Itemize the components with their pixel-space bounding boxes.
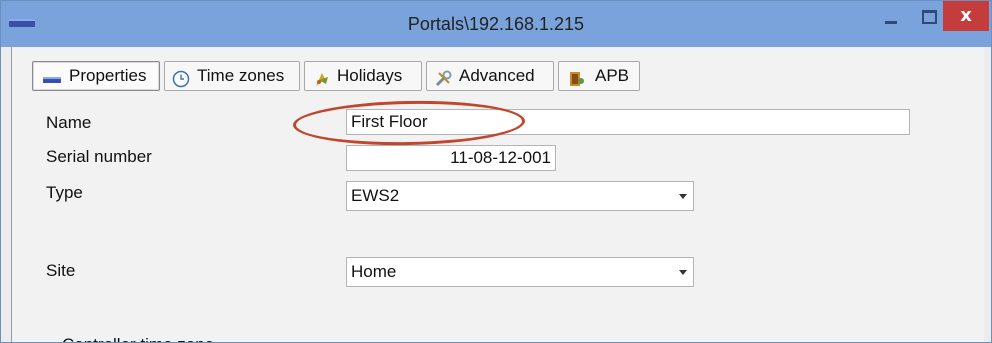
type-label: Type — [46, 183, 83, 202]
title-bar[interactable]: Portals\192.168.1.215 x — [1, 1, 991, 47]
controller-time-zone-label: Controller time zone — [62, 335, 214, 342]
serial-number-field[interactable]: 11-08-12-001 — [346, 145, 556, 171]
site-label: Site — [46, 261, 76, 280]
chevron-down-icon[interactable] — [679, 194, 687, 199]
serial-number-label: Serial number — [46, 147, 152, 166]
minimize-button[interactable] — [873, 1, 909, 33]
maximize-icon — [922, 10, 937, 24]
type-select[interactable]: EWS2 — [346, 181, 694, 211]
tab-label: APB — [595, 66, 630, 85]
tools-icon — [435, 69, 452, 87]
holiday-icon — [313, 69, 329, 86]
type-value: EWS2 — [351, 186, 400, 205]
chevron-down-icon[interactable] — [679, 270, 687, 275]
dialog-content: Properties Time zones Holidays Advanced — [11, 47, 984, 342]
portal-properties-window: Portals\192.168.1.215 x Properties Time … — [0, 0, 992, 343]
minimize-icon — [885, 21, 897, 24]
tab-label: Time zones — [197, 66, 285, 85]
tab-apb[interactable]: APB — [558, 61, 640, 91]
site-select[interactable]: Home — [346, 257, 694, 287]
serial-number-value: 11-08-12-001 — [450, 148, 551, 167]
tab-label: Properties — [69, 66, 147, 85]
close-button[interactable]: x — [943, 1, 989, 31]
tab-label: Holidays — [337, 66, 403, 85]
tab-holidays[interactable]: Holidays — [304, 61, 422, 91]
close-icon: x — [960, 5, 972, 26]
properties-icon — [43, 69, 61, 85]
apb-icon — [567, 69, 584, 86]
window-title: Portals\192.168.1.215 — [407, 14, 585, 34]
name-label: Name — [46, 113, 92, 132]
site-value: Home — [351, 262, 397, 281]
clock-icon — [172, 69, 190, 88]
tab-label: Advanced — [459, 66, 535, 85]
tab-properties[interactable]: Properties — [32, 61, 160, 91]
maximize-button[interactable] — [911, 1, 947, 33]
tab-time-zones[interactable]: Time zones — [164, 61, 300, 91]
tab-advanced[interactable]: Advanced — [426, 61, 554, 91]
